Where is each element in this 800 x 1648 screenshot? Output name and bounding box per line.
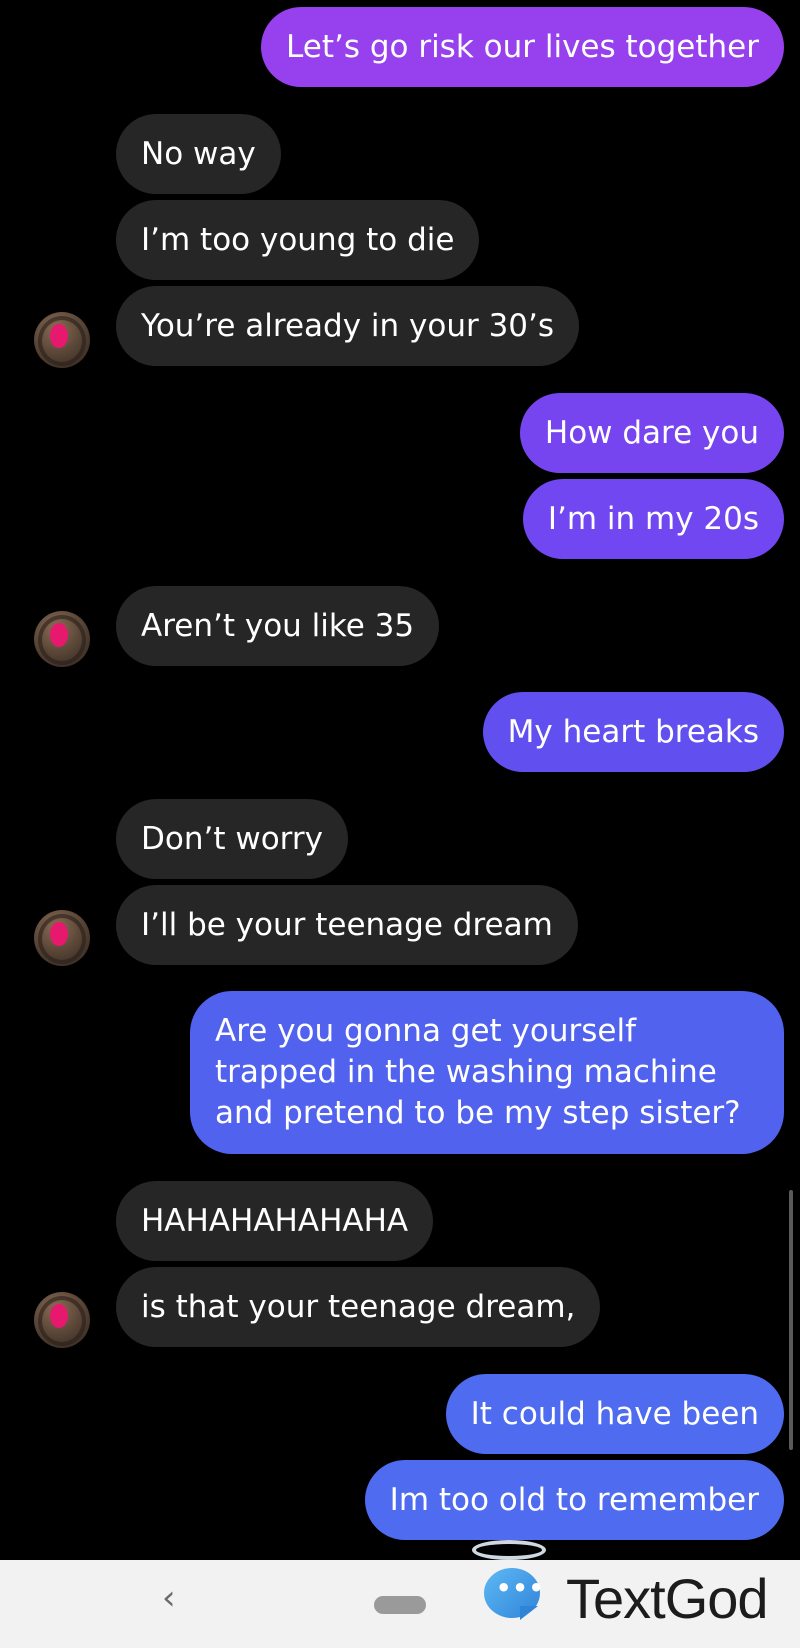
typing-dots-icon: ••• [496,1574,546,1602]
halo-icon [472,1540,546,1560]
textgod-watermark-logo: ••• TextGod [470,1540,770,1640]
received-message-bubble[interactable]: I’m too young to die [116,200,480,280]
received-message-bubble[interactable]: Don’t worry [116,799,348,879]
received-message-bubble[interactable]: is that your teenage dream, [116,1267,601,1347]
avatar-face-censor [50,922,68,946]
avatar-face-censor [50,1304,68,1328]
watermark-brand-text: TextGod [566,1567,769,1630]
contact-avatar[interactable] [34,1292,90,1348]
sent-message-bubble[interactable]: It could have been [445,1374,784,1454]
home-pill-button[interactable] [374,1596,426,1614]
contact-avatar[interactable] [34,611,90,667]
sent-message-bubble[interactable]: Let’s go risk our lives together [261,7,784,87]
received-message-bubble[interactable]: HAHAHAHAHAHA [116,1181,434,1261]
received-message-bubble[interactable]: You’re already in your 30’s [116,286,580,366]
chevron-left-icon[interactable]: ‹ [162,1578,176,1618]
sent-message-bubble[interactable]: My heart breaks [482,692,784,772]
sent-message-bubble[interactable]: Im too old to remember [364,1460,784,1540]
contact-avatar[interactable] [34,312,90,368]
received-message-bubble[interactable]: Aren’t you like 35 [116,586,440,666]
sent-message-bubble[interactable]: I’m in my 20s [522,479,784,559]
scrollbar[interactable] [789,1190,793,1450]
avatar-face-censor [50,324,68,348]
received-message-bubble[interactable]: No way [116,114,281,194]
chat-bubble-tail [520,1606,538,1620]
contact-avatar[interactable] [34,910,90,966]
avatar-face-censor [50,623,68,647]
message-thread: Let’s go risk our lives together No way … [0,0,800,1560]
sent-message-bubble[interactable]: How dare you [519,393,784,473]
received-message-bubble[interactable]: I’ll be your teenage dream [116,885,578,965]
sent-message-bubble[interactable]: Are you gonna get yourself trapped in th… [190,991,784,1154]
